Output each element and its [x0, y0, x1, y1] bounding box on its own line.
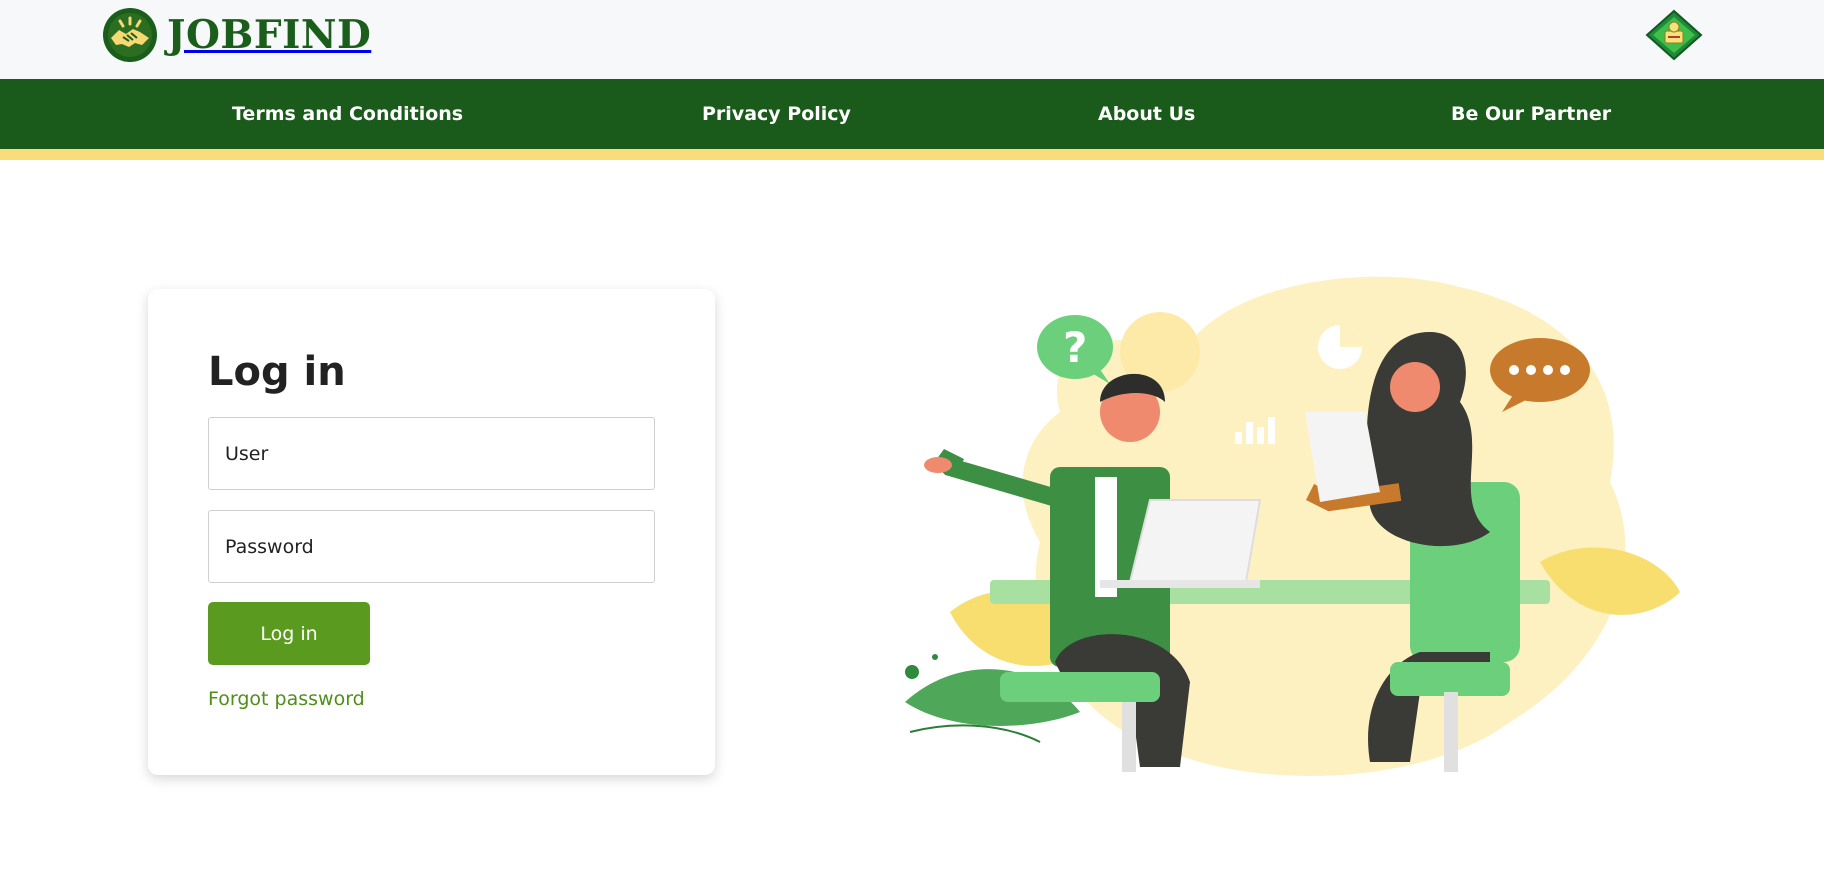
svg-text:?: ? [1063, 323, 1087, 372]
password-input[interactable] [208, 510, 655, 583]
top-header: JOBFIND [0, 0, 1824, 79]
nav-about-us[interactable]: About Us [1098, 79, 1195, 149]
nav-be-our-partner[interactable]: Be Our Partner [1451, 79, 1611, 149]
government-emblem-icon [1645, 9, 1703, 61]
brand-name: JOBFIND [167, 11, 372, 58]
login-title: Log in [208, 349, 346, 395]
brand-logo-link[interactable]: JOBFIND [102, 6, 371, 64]
handshake-icon [103, 8, 157, 62]
nav-accent-stripe [0, 149, 1824, 160]
job-interview-illustration: ? $ [905, 276, 1680, 776]
login-button[interactable]: Log in [208, 602, 370, 665]
login-card: Log in Log in Forgot password [148, 289, 715, 775]
nav-terms-and-conditions[interactable]: Terms and Conditions [232, 79, 463, 149]
user-input[interactable] [208, 417, 655, 490]
forgot-password-link[interactable]: Forgot password [208, 688, 365, 710]
nav-privacy-policy[interactable]: Privacy Policy [702, 79, 851, 149]
